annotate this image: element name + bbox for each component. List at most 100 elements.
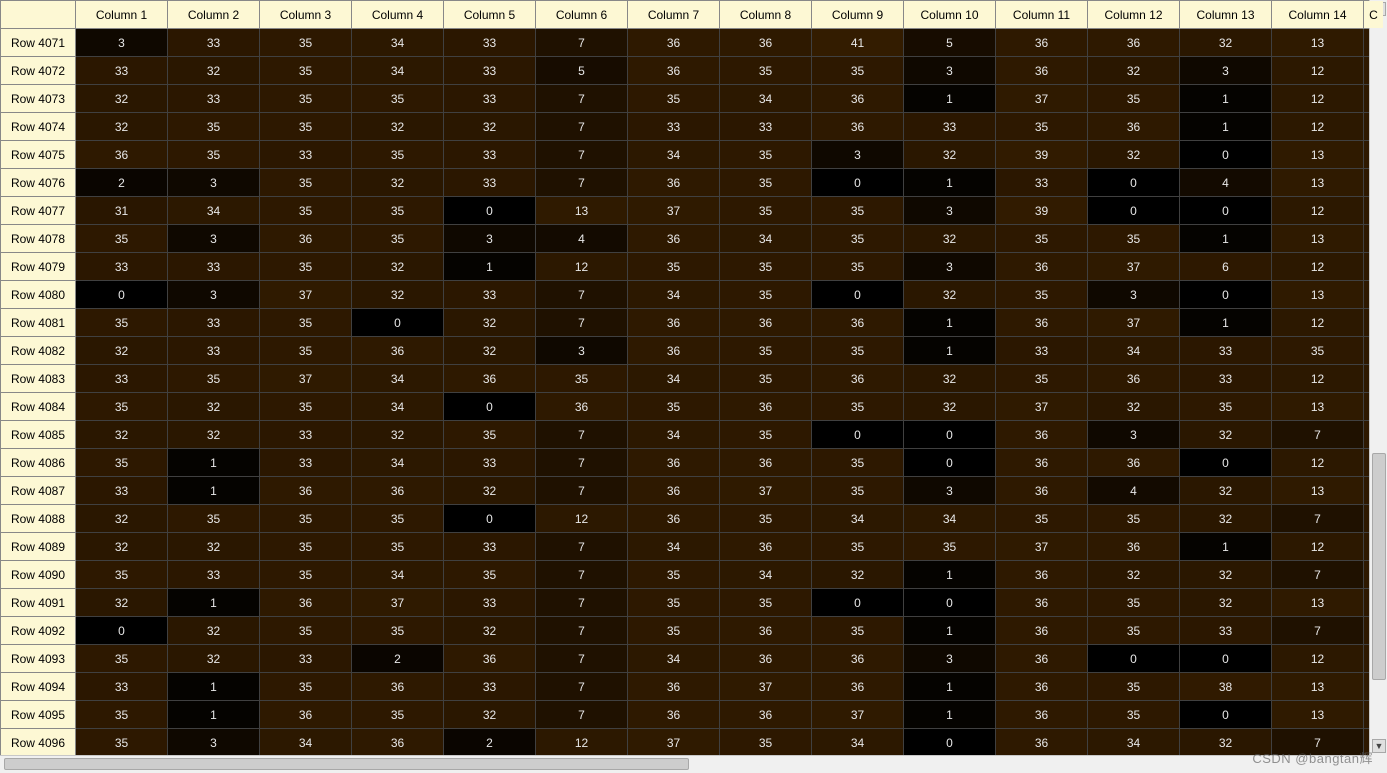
data-cell[interactable]: 35	[168, 141, 260, 169]
data-cell[interactable]: 1	[904, 309, 996, 337]
data-cell[interactable]: 35	[904, 533, 996, 561]
data-cell[interactable]: 0	[812, 169, 904, 197]
row-header[interactable]: Row 4094	[1, 673, 76, 701]
data-cell[interactable]: 36	[352, 673, 444, 701]
data-cell[interactable]: 1	[444, 253, 536, 281]
data-cell[interactable]: 3	[904, 197, 996, 225]
data-cell[interactable]: 36	[812, 85, 904, 113]
data-cell[interactable]: 33	[168, 253, 260, 281]
data-cell[interactable]: 36	[352, 477, 444, 505]
data-cell[interactable]: 35	[76, 225, 168, 253]
column-header[interactable]: Column 11	[996, 1, 1088, 29]
data-cell[interactable]: 36	[996, 589, 1088, 617]
data-cell[interactable]: 0	[1088, 169, 1180, 197]
data-cell[interactable]: 12	[1272, 645, 1364, 673]
data-cell[interactable]: 1	[1180, 309, 1272, 337]
data-cell[interactable]: 7	[536, 477, 628, 505]
data-cell[interactable]: 0	[1180, 645, 1272, 673]
data-cell[interactable]: 34	[352, 365, 444, 393]
data-cell[interactable]: 12	[536, 729, 628, 756]
data-cell[interactable]: 13	[1272, 141, 1364, 169]
row-header[interactable]: Row 4073	[1, 85, 76, 113]
column-header[interactable]: Column 13	[1180, 1, 1272, 29]
data-cell[interactable]: 32	[1088, 561, 1180, 589]
data-cell[interactable]: 12	[1272, 365, 1364, 393]
data-cell[interactable]: 39	[996, 141, 1088, 169]
data-cell[interactable]: 34	[352, 449, 444, 477]
data-cell[interactable]: 32	[168, 421, 260, 449]
data-cell[interactable]: 34	[1088, 337, 1180, 365]
vertical-scroll-thumb[interactable]	[1372, 453, 1386, 680]
row-header[interactable]: Row 4089	[1, 533, 76, 561]
data-cell[interactable]: 13	[1272, 29, 1364, 57]
data-cell[interactable]: 32	[76, 505, 168, 533]
data-cell[interactable]: 34	[720, 85, 812, 113]
data-cell[interactable]: 35	[260, 309, 352, 337]
data-cell[interactable]: 35	[76, 449, 168, 477]
data-cell[interactable]: 32	[1180, 421, 1272, 449]
data-cell[interactable]: 32	[352, 253, 444, 281]
data-cell[interactable]: 6	[1180, 253, 1272, 281]
data-cell[interactable]: 35	[76, 561, 168, 589]
data-cell[interactable]: 34	[352, 29, 444, 57]
data-cell[interactable]: 0	[812, 421, 904, 449]
data-cell[interactable]: 35	[628, 85, 720, 113]
data-cell[interactable]: 2	[444, 729, 536, 756]
data-cell[interactable]: 35	[628, 253, 720, 281]
data-cell[interactable]: 32	[904, 141, 996, 169]
data-cell[interactable]: 35	[1088, 701, 1180, 729]
data-cell[interactable]: 35	[812, 617, 904, 645]
data-cell[interactable]: 35	[812, 197, 904, 225]
column-header[interactable]: Column 12	[1088, 1, 1180, 29]
data-cell[interactable]: 35	[352, 701, 444, 729]
data-cell[interactable]: 37	[996, 85, 1088, 113]
data-cell[interactable]: 33	[76, 673, 168, 701]
data-cell[interactable]: 7	[536, 141, 628, 169]
data-cell[interactable]: 35	[1088, 85, 1180, 113]
data-cell[interactable]: 32	[76, 421, 168, 449]
data-cell[interactable]: 32	[76, 533, 168, 561]
data-cell[interactable]: 37	[352, 589, 444, 617]
row-header[interactable]: Row 4076	[1, 169, 76, 197]
data-cell[interactable]: 35	[352, 141, 444, 169]
data-cell[interactable]: 32	[168, 645, 260, 673]
data-cell[interactable]: 37	[996, 393, 1088, 421]
data-cell[interactable]: 36	[1088, 365, 1180, 393]
data-cell[interactable]: 0	[1180, 701, 1272, 729]
data-cell[interactable]: 32	[904, 281, 996, 309]
data-cell[interactable]: 36	[720, 449, 812, 477]
data-cell[interactable]: 33	[76, 477, 168, 505]
data-cell[interactable]: 36	[444, 365, 536, 393]
data-cell[interactable]: 35	[812, 449, 904, 477]
data-cell[interactable]: 0	[812, 589, 904, 617]
column-header[interactable]: Column 14	[1272, 1, 1364, 29]
data-cell[interactable]: 34	[904, 505, 996, 533]
data-cell[interactable]: 35	[720, 281, 812, 309]
column-header[interactable]: Column 2	[168, 1, 260, 29]
data-cell[interactable]: 7	[536, 673, 628, 701]
data-cell[interactable]: 36	[996, 617, 1088, 645]
data-cell[interactable]: 33	[168, 561, 260, 589]
row-header[interactable]: Row 4085	[1, 421, 76, 449]
data-cell[interactable]: 5	[904, 29, 996, 57]
data-cell[interactable]: 1	[904, 337, 996, 365]
data-cell[interactable]: 7	[1272, 729, 1364, 756]
data-cell[interactable]: 32	[76, 113, 168, 141]
data-cell[interactable]: 35	[996, 365, 1088, 393]
data-cell[interactable]: 36	[996, 561, 1088, 589]
data-cell[interactable]: 35	[352, 505, 444, 533]
data-cell[interactable]: 35	[812, 477, 904, 505]
data-cell[interactable]: 34	[168, 197, 260, 225]
data-cell[interactable]: 33	[444, 533, 536, 561]
data-cell[interactable]: 1	[1180, 533, 1272, 561]
data-cell[interactable]: 33	[444, 141, 536, 169]
data-cell[interactable]: 35	[260, 57, 352, 85]
row-header[interactable]: Row 4096	[1, 729, 76, 756]
data-cell[interactable]: 37	[260, 281, 352, 309]
data-cell[interactable]: 32	[168, 617, 260, 645]
data-cell[interactable]: 32	[1180, 477, 1272, 505]
data-cell[interactable]: 35	[76, 393, 168, 421]
data-cell[interactable]: 35	[76, 729, 168, 756]
data-cell[interactable]: 35	[720, 141, 812, 169]
data-cell[interactable]: 13	[1272, 701, 1364, 729]
